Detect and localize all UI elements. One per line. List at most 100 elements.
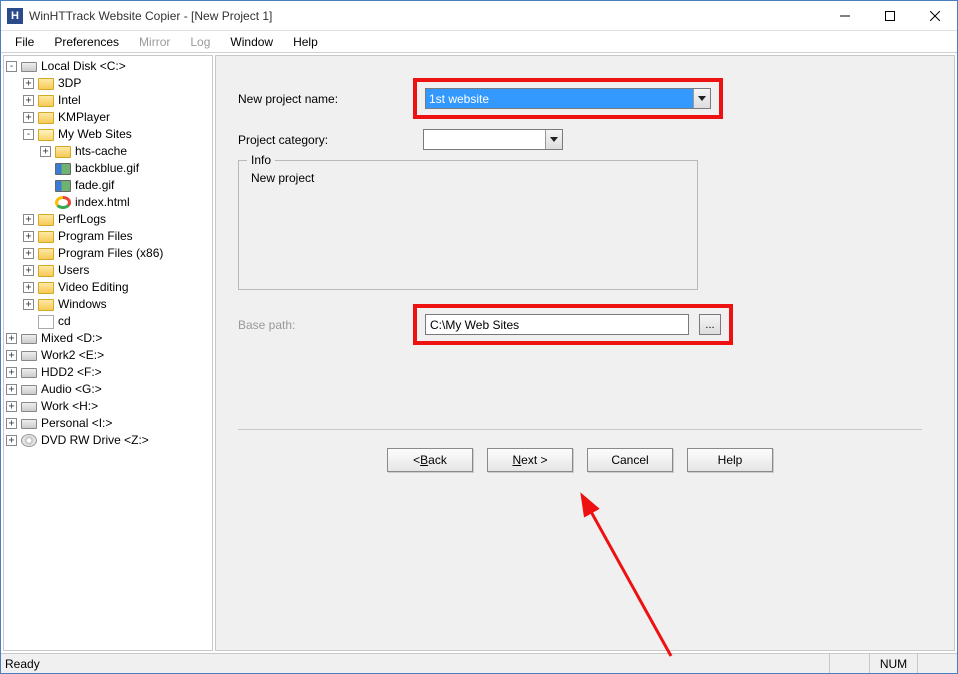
folder-tree[interactable]: - Local Disk <C:> +3DP +Intel +KMPlayer … — [3, 55, 213, 651]
dropdown-button[interactable] — [545, 130, 562, 149]
app-icon: H — [7, 8, 23, 24]
status-cell — [917, 654, 957, 673]
project-name-input[interactable] — [426, 89, 693, 108]
menu-file[interactable]: File — [5, 33, 44, 51]
tree-node-kmplayer[interactable]: +KMPlayer — [21, 109, 212, 126]
folder-icon — [38, 265, 54, 277]
project-category-label: Project category: — [238, 133, 413, 147]
tree-node-3dp[interactable]: +3DP — [21, 75, 212, 92]
expand-icon[interactable]: + — [23, 214, 34, 225]
expand-icon[interactable]: + — [6, 435, 17, 446]
tree-node-drive-i[interactable]: + Personal <I:> — [4, 415, 212, 432]
tree-node-program-files-x86[interactable]: + Program Files (x86) — [21, 245, 212, 262]
tree-label: Work2 <E:> — [41, 347, 104, 364]
tree-node-backblue[interactable]: backblue.gif — [38, 160, 212, 177]
tree-label: Users — [58, 262, 89, 279]
tree-label: Windows — [58, 296, 107, 313]
tree-node-users[interactable]: + Users — [21, 262, 212, 279]
status-num: NUM — [869, 654, 917, 673]
expand-icon[interactable]: + — [40, 146, 51, 157]
expand-icon[interactable]: + — [23, 282, 34, 293]
info-text: New project — [251, 171, 685, 185]
tree-node-intel[interactable]: +Intel — [21, 92, 212, 109]
tree-node-hts-cache[interactable]: +hts-cache — [38, 143, 212, 160]
tree-node-windows[interactable]: + Windows — [21, 296, 212, 313]
tree-node-program-files[interactable]: + Program Files — [21, 228, 212, 245]
tree-node-my-web-sites[interactable]: -My Web Sites — [21, 126, 212, 143]
menu-preferences[interactable]: Preferences — [44, 33, 129, 51]
folder-icon — [38, 95, 54, 107]
tree-label: Video Editing — [58, 279, 129, 296]
tree-node-drive-e[interactable]: + Work2 <E:> — [4, 347, 212, 364]
maximize-button[interactable] — [867, 1, 912, 30]
status-cell — [829, 654, 869, 673]
cancel-button[interactable]: Cancel — [587, 448, 673, 472]
expand-icon[interactable]: + — [23, 231, 34, 242]
tree-label: Personal <I:> — [41, 415, 112, 432]
wizard-panel: New project name: Project category: Info… — [215, 55, 955, 651]
back-button[interactable]: < Back — [387, 448, 473, 472]
tree-label: Program Files (x86) — [58, 245, 163, 262]
expand-icon[interactable]: + — [6, 418, 17, 429]
tree-node-drive-f[interactable]: +HDD2 <F:> — [4, 364, 212, 381]
tree-label: cd — [58, 313, 71, 330]
expand-icon[interactable]: + — [6, 367, 17, 378]
dropdown-button[interactable] — [693, 89, 710, 108]
project-category-input[interactable] — [424, 130, 545, 149]
window-controls — [822, 1, 957, 30]
menu-log: Log — [180, 33, 220, 51]
project-category-combo[interactable] — [423, 129, 563, 150]
dvd-drive-icon — [21, 434, 37, 447]
expand-icon[interactable]: + — [23, 299, 34, 310]
expand-icon[interactable]: + — [6, 333, 17, 344]
drive-icon — [21, 62, 37, 72]
folder-icon — [55, 146, 71, 158]
tree-label: Program Files — [58, 228, 133, 245]
expand-icon[interactable]: + — [23, 265, 34, 276]
project-name-combo[interactable] — [425, 88, 711, 109]
expand-icon[interactable]: + — [6, 350, 17, 361]
tree-node-cd[interactable]: cd — [21, 313, 212, 330]
annotation-arrow-icon — [571, 486, 691, 666]
spacer — [40, 197, 51, 208]
spacer — [40, 163, 51, 174]
spacer — [40, 180, 51, 191]
image-file-icon — [55, 163, 71, 175]
tree-label: fade.gif — [75, 177, 114, 194]
status-text: Ready — [1, 657, 829, 671]
info-fieldset: Info New project — [238, 160, 698, 290]
expand-icon[interactable]: + — [23, 248, 34, 259]
minimize-button[interactable] — [822, 1, 867, 30]
close-button[interactable] — [912, 1, 957, 30]
collapse-icon[interactable]: - — [6, 61, 17, 72]
help-button[interactable]: Help — [687, 448, 773, 472]
expand-icon[interactable]: + — [6, 401, 17, 412]
folder-icon — [38, 299, 54, 311]
expand-icon[interactable]: + — [6, 384, 17, 395]
file-icon — [38, 315, 54, 329]
browse-button[interactable]: ... — [699, 314, 721, 335]
base-path-input[interactable] — [425, 314, 689, 335]
tree-node-drive-g[interactable]: + Audio <G:> — [4, 381, 212, 398]
tree-node-perflogs[interactable]: +PerfLogs — [21, 211, 212, 228]
menu-window[interactable]: Window — [220, 33, 283, 51]
expand-icon[interactable]: + — [23, 95, 34, 106]
tree-node-drive-h[interactable]: +Work <H:> — [4, 398, 212, 415]
tree-node-fade[interactable]: fade.gif — [38, 177, 212, 194]
next-button[interactable]: Next > — [487, 448, 573, 472]
image-file-icon — [55, 180, 71, 192]
expand-icon[interactable]: + — [23, 112, 34, 123]
tree-node-dvd-z[interactable]: +DVD RW Drive <Z:> — [4, 432, 212, 449]
highlight-base-path: ... — [413, 304, 733, 345]
tree-node-drive-d[interactable]: +Mixed <D:> — [4, 330, 212, 347]
tree-label: Audio <G:> — [41, 381, 102, 398]
expand-icon[interactable]: + — [23, 78, 34, 89]
menu-mirror: Mirror — [129, 33, 180, 51]
project-name-label: New project name: — [238, 92, 413, 106]
tree-node-index[interactable]: index.html — [38, 194, 212, 211]
drive-icon — [21, 385, 37, 395]
tree-node-local-disk-c[interactable]: - Local Disk <C:> — [4, 58, 212, 75]
collapse-icon[interactable]: - — [23, 129, 34, 140]
tree-node-video-editing[interactable]: + Video Editing — [21, 279, 212, 296]
menu-help[interactable]: Help — [283, 33, 328, 51]
